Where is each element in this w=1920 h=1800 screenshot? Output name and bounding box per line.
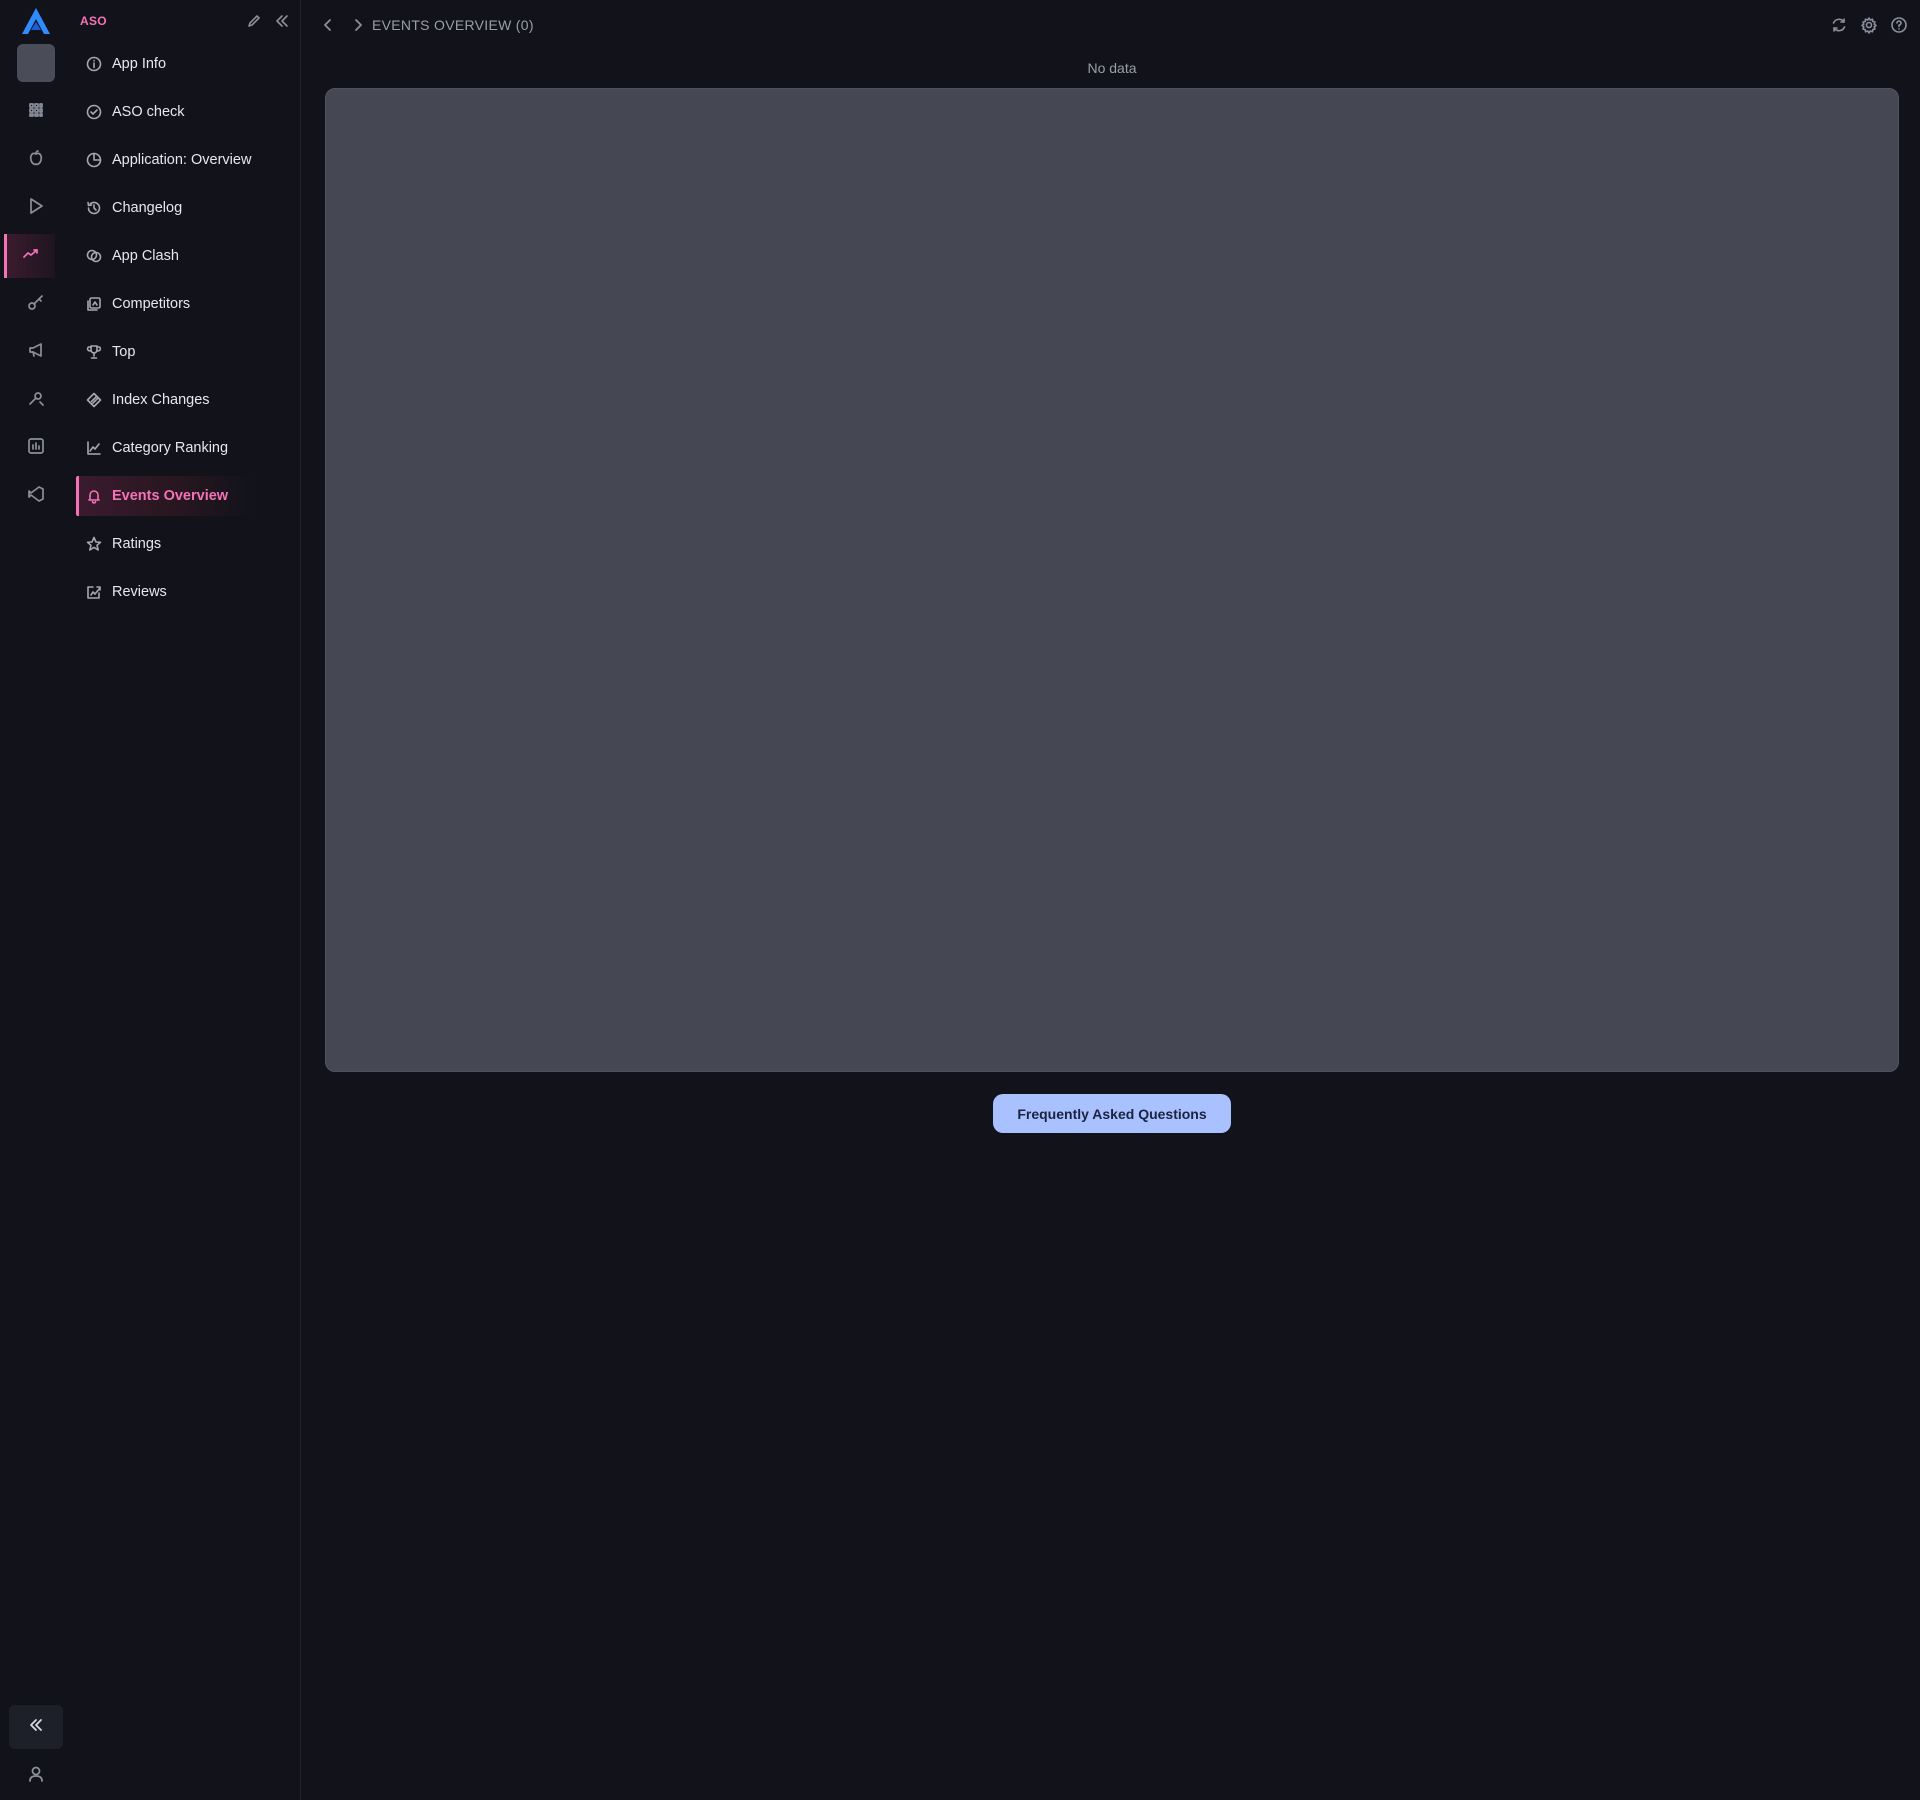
edit-icon[interactable]: [246, 13, 262, 29]
rail-tools-button[interactable]: [4, 378, 68, 422]
sidebar-item-changelog[interactable]: Changelog: [76, 188, 296, 228]
page-title: EVENTS OVERVIEW (0): [372, 17, 534, 33]
sidebar-item-label: Events Overview: [112, 488, 229, 504]
sidebar-item-events-overview[interactable]: Events Overview: [76, 476, 252, 516]
rail-campaigns-button[interactable]: [4, 330, 68, 374]
sidebar-item-label: Index Changes: [112, 392, 210, 408]
sidebar-item-label: App Info: [112, 56, 167, 72]
tools-icon: [27, 389, 45, 412]
apple-icon: [27, 149, 45, 172]
sidebar-item-application-overview[interactable]: Application: Overview: [76, 140, 296, 180]
app-avatar[interactable]: [17, 44, 55, 82]
logo-icon[interactable]: [20, 6, 52, 36]
reviews-icon: [86, 584, 102, 600]
sidebar-item-label: App Clash: [112, 248, 179, 264]
play-store-icon: [27, 197, 45, 220]
grid-icon: [27, 101, 45, 124]
sidebar-item-top[interactable]: Top: [76, 332, 296, 372]
index-icon: [86, 392, 102, 408]
sidebar-item-label: Competitors: [112, 296, 191, 312]
vscode-icon: [27, 485, 45, 508]
rail-grid-button[interactable]: [4, 90, 68, 134]
sidebar-item-label: Application: Overview: [112, 152, 252, 168]
chart-line-icon: [86, 440, 102, 456]
report-icon: [27, 437, 45, 460]
sidebar-item-app-info[interactable]: App Info: [76, 44, 296, 84]
help-icon[interactable]: [1890, 16, 1908, 34]
gear-icon[interactable]: [1860, 16, 1878, 34]
trend-icon: [22, 245, 40, 268]
sidebar-title: ASO: [80, 14, 107, 28]
sidebar-item-reviews[interactable]: Reviews: [76, 572, 296, 612]
rail-play-button[interactable]: [4, 186, 68, 230]
check-circle-icon: [86, 104, 102, 120]
rail-integrations-button[interactable]: [4, 474, 68, 518]
icon-rail: [0, 0, 73, 1800]
sidebar-nav: App Info ASO check Application: Overview…: [76, 44, 296, 620]
star-icon: [86, 536, 102, 552]
history-icon: [86, 200, 102, 216]
chevron-left-icon[interactable]: [320, 17, 336, 33]
clash-icon: [86, 248, 102, 264]
sidebar: ASO App Info ASO check Application: Over…: [72, 0, 301, 1800]
sidebar-item-app-clash[interactable]: App Clash: [76, 236, 296, 276]
key-icon: [27, 293, 45, 316]
sidebar-item-ratings[interactable]: Ratings: [76, 524, 296, 564]
rail-keywords-button[interactable]: [4, 282, 68, 326]
megaphone-icon: [27, 341, 45, 364]
sidebar-item-category-ranking[interactable]: Category Ranking: [76, 428, 296, 468]
info-icon: [86, 56, 102, 72]
rail-collapse-button[interactable]: [9, 1705, 63, 1749]
sidebar-item-label: Changelog: [112, 200, 183, 216]
competitors-icon: [86, 296, 102, 312]
sidebar-item-label: Top: [112, 344, 136, 360]
sidebar-item-label: ASO check: [112, 104, 185, 120]
rail-aso-button[interactable]: [4, 234, 55, 278]
rail-apple-button[interactable]: [4, 138, 68, 182]
sidebar-item-label: Reviews: [112, 584, 167, 600]
sidebar-item-label: Ratings: [112, 536, 162, 552]
trophy-icon: [86, 344, 102, 360]
user-icon: [27, 1765, 45, 1788]
sidebar-item-index-changes[interactable]: Index Changes: [76, 380, 296, 420]
sidebar-item-competitors[interactable]: Competitors: [76, 284, 296, 324]
chevron-right-icon[interactable]: [350, 17, 366, 33]
events-panel: [325, 88, 1899, 1072]
sidebar-item-label: Category Ranking: [112, 440, 229, 456]
double-chevron-left-icon: [27, 1716, 45, 1739]
faq-button[interactable]: Frequently Asked Questions: [993, 1094, 1231, 1133]
bell-icon: [86, 488, 102, 504]
top-bar: EVENTS OVERVIEW (0): [300, 0, 1920, 50]
pie-icon: [86, 152, 102, 168]
refresh-icon[interactable]: [1830, 16, 1848, 34]
top-bar-actions: [1830, 16, 1908, 34]
empty-state-text: No data: [1087, 60, 1137, 76]
sidebar-item-aso-check[interactable]: ASO check: [76, 92, 296, 132]
collapse-sidebar-icon[interactable]: [274, 13, 290, 29]
user-profile-button[interactable]: [18, 1762, 54, 1790]
rail-reports-button[interactable]: [4, 426, 68, 470]
